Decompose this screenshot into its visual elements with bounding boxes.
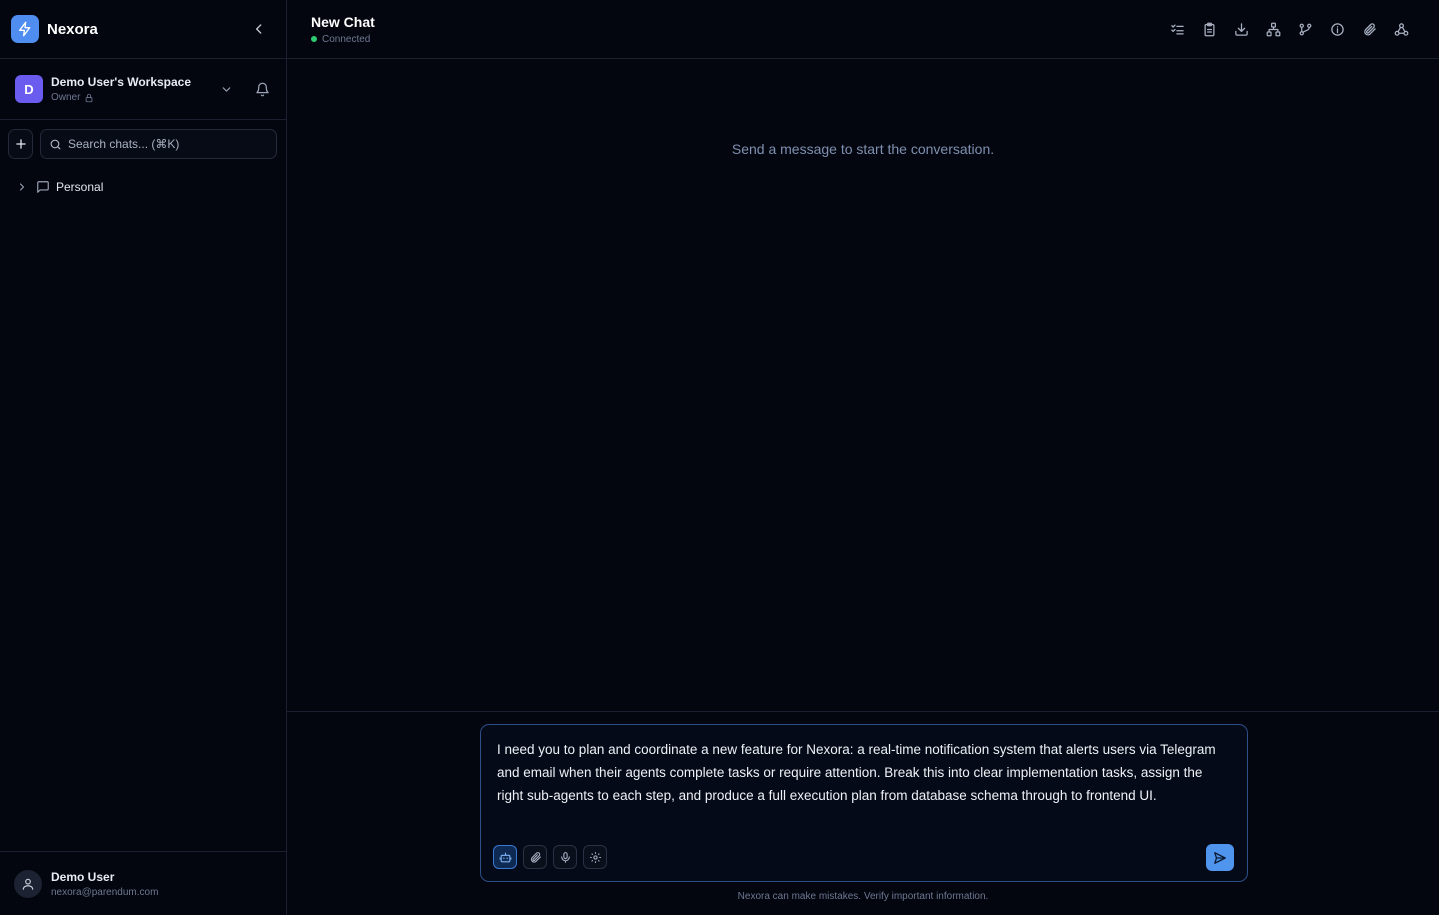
- branch-button[interactable]: [1289, 13, 1321, 45]
- settings-icon: [589, 851, 601, 863]
- app-root: Nexora D Demo User's Workspace Owner Sea…: [0, 0, 1439, 915]
- disclaimer-text: Nexora can make mistakes. Verify importa…: [737, 891, 989, 902]
- search-input[interactable]: [68, 137, 268, 151]
- folder-item-personal[interactable]: Personal: [0, 177, 286, 197]
- workspace-info: Demo User's Workspace Owner: [51, 75, 191, 103]
- download-button[interactable]: [1225, 13, 1257, 45]
- chevron-right-icon: [19, 183, 25, 191]
- info-button[interactable]: [1321, 13, 1353, 45]
- brand-name: Nexora: [47, 20, 98, 38]
- chevron-down-icon: [222, 86, 230, 92]
- notifications-button[interactable]: [252, 79, 272, 99]
- message-input[interactable]: I need you to plan and coordinate a new …: [497, 738, 1227, 807]
- collapse-sidebar-button[interactable]: [248, 18, 270, 40]
- connection-status: Connected: [311, 34, 375, 45]
- paperclip-icon: [1363, 22, 1376, 35]
- microphone-icon: [560, 851, 570, 863]
- composer-toolbar: [493, 845, 613, 869]
- attach-file-button[interactable]: [523, 845, 547, 869]
- attachments-button[interactable]: [1353, 13, 1385, 45]
- user-name: Demo User: [51, 869, 115, 884]
- chat-title: New Chat: [311, 13, 375, 30]
- empty-state-message: Send a message to start the conversation…: [731, 141, 995, 157]
- user-icon: [22, 878, 34, 890]
- bolt-icon: [11, 15, 39, 43]
- chat-title-block: New Chat Connected: [311, 14, 375, 45]
- agent-mode-button[interactable]: [493, 845, 517, 869]
- tasks-button[interactable]: [1161, 13, 1193, 45]
- status-text: Connected: [322, 33, 371, 45]
- workspace-role-row: Owner: [51, 92, 191, 103]
- send-button[interactable]: [1206, 844, 1234, 871]
- brand-header: Nexora: [0, 0, 286, 59]
- chat-main: New Chat Connected Send a message to sta…: [287, 0, 1439, 915]
- plus-icon: [15, 139, 26, 149]
- info-icon: [1330, 22, 1344, 36]
- header-toolbar: [1161, 13, 1417, 45]
- agents-tree-button[interactable]: [1257, 13, 1289, 45]
- workspace-switcher[interactable]: D Demo User's Workspace Owner: [0, 59, 286, 120]
- user-info: Demo User nexora@parendum.com: [51, 870, 158, 898]
- message-square-icon: [37, 181, 49, 193]
- chevron-left-icon: [256, 24, 262, 34]
- workspace-dropdown-button[interactable]: [217, 80, 235, 98]
- user-avatar: [14, 869, 42, 898]
- chat-header: New Chat Connected: [287, 0, 1439, 59]
- voice-input-button[interactable]: [553, 845, 577, 869]
- user-profile[interactable]: Demo User nexora@parendum.com: [0, 851, 286, 915]
- clipboard-icon: [1204, 22, 1214, 36]
- composer-area: I need you to plan and coordinate a new …: [287, 711, 1439, 915]
- bell-icon: [255, 82, 269, 96]
- search-icon: [50, 139, 61, 149]
- workspace-avatar: D: [15, 75, 43, 103]
- search-row: [0, 120, 286, 159]
- task-list-icon: [1170, 24, 1184, 34]
- agent-icon: [499, 852, 511, 862]
- folder-label: Personal: [56, 180, 104, 194]
- search-box[interactable]: [40, 129, 277, 159]
- sitemap-icon: [1266, 22, 1280, 36]
- webhook-icon: [1394, 22, 1408, 36]
- branch-icon: [1299, 23, 1311, 35]
- status-dot: [311, 36, 317, 42]
- user-email: nexora@parendum.com: [51, 886, 159, 898]
- workspace-name: Demo User's Workspace: [51, 75, 192, 89]
- composer-settings-button[interactable]: [583, 845, 607, 869]
- download-icon: [1234, 22, 1248, 36]
- paperclip-icon: [530, 851, 541, 863]
- message-composer[interactable]: I need you to plan and coordinate a new …: [480, 724, 1248, 882]
- workspace-role: Owner: [51, 92, 81, 103]
- send-icon: [1214, 851, 1226, 864]
- new-chat-button[interactable]: [8, 129, 33, 159]
- sidebar: Nexora D Demo User's Workspace Owner Sea…: [0, 0, 287, 915]
- webhook-button[interactable]: [1385, 13, 1417, 45]
- clipboard-button[interactable]: [1193, 13, 1225, 45]
- lock-icon: [86, 93, 93, 102]
